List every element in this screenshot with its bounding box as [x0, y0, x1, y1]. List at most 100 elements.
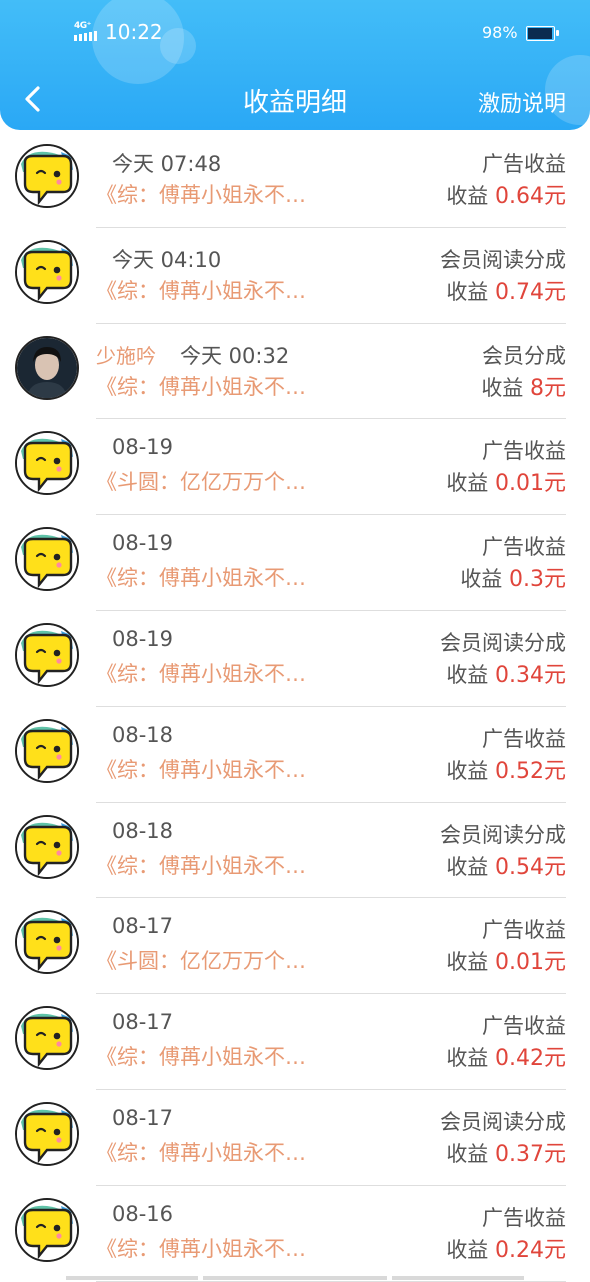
earning-type: 广告收益: [482, 1205, 566, 1230]
earning-amount-line: 收益 0.24元: [446, 1232, 566, 1264]
earnings-list: 今天 07:48 广告收益 《综：傅苒小姐永不… 收益 0.64元 今天 04:10 会员…: [0, 132, 590, 1282]
row-header: 08-18 会员阅读分成: [96, 817, 566, 849]
earning-amount: 8元: [530, 375, 566, 401]
earning-time: 今天 04:10: [112, 247, 222, 272]
status-time: 10:22: [105, 20, 163, 44]
earning-amount-line: 收益 0.42元: [446, 1040, 566, 1072]
earning-amount: 0.52元: [495, 758, 566, 784]
earning-amount-line: 收益 0.64元: [446, 178, 566, 210]
earning-amount: 0.42元: [495, 1046, 566, 1072]
earning-amount: 0.3元: [509, 567, 566, 593]
avatar: [15, 1006, 79, 1071]
row-header: 08-18 广告收益: [96, 721, 566, 753]
avatar: [15, 718, 79, 783]
row-header: 少施吟 今天 00:32 会员分成: [96, 338, 566, 370]
avatar: [15, 814, 79, 879]
earning-amount: 0.37元: [495, 1141, 566, 1167]
earning-amount-line: 收益 0.52元: [446, 753, 566, 785]
earning-row[interactable]: 今天 04:10 会员阅读分成 《综：傅苒小姐永不… 收益 0.74元: [0, 228, 590, 324]
earning-amount: 0.64元: [495, 184, 566, 209]
row-header: 08-19 广告收益: [96, 433, 566, 465]
earning-amount-line: 收益 0.54元: [446, 849, 566, 881]
mascot-avatar-icon: [17, 912, 77, 973]
earning-label: 收益: [446, 950, 489, 975]
earning-amount: 0.01元: [495, 950, 566, 976]
earning-label: 收益: [481, 375, 524, 400]
earning-row[interactable]: 08-17 广告收益 《综：傅苒小姐永不… 收益 0.42元: [0, 994, 590, 1090]
earning-amount-line: 收益 0.37元: [446, 1136, 566, 1168]
earning-label: 收益: [446, 471, 489, 496]
earning-row[interactable]: 08-18 广告收益《综：傅苒小姐永不… 收益 0.52元: [0, 707, 590, 803]
mascot-avatar-icon: [17, 624, 77, 685]
earning-time: 08-17: [112, 1010, 174, 1035]
row-header: 08-19 广告收益: [96, 529, 566, 561]
mascot-avatar-icon: [17, 529, 77, 590]
signal-icon: 4G⁺: [74, 22, 100, 44]
earning-row[interactable]: 08-17 会员阅读分成 《综：傅苒小姐永不… 收益 0.37元: [0, 1090, 590, 1186]
earning-type: 广告收益: [482, 439, 566, 464]
earning-amount-line: 收益 0.74元: [446, 274, 566, 306]
earning-time: 08-16: [112, 1201, 174, 1226]
earning-amount-line: 收益 0.3元: [460, 561, 566, 593]
battery-percent: 98%: [482, 23, 518, 42]
row-header: 今天 07:48 广告收益: [96, 146, 566, 178]
earning-type: 广告收益: [482, 535, 566, 560]
earning-row[interactable]: 少施吟 今天 00:32 会员分成《综：傅苒小姐永不… 收益 8元: [0, 324, 590, 420]
earning-time: 08-17: [112, 1105, 174, 1130]
book-title: 《综：傅苒小姐永不…: [96, 661, 306, 686]
earning-row[interactable]: 08-16 广告收益《综：傅苒小姐永不… 收益 0.24元: [0, 1186, 590, 1282]
earning-row[interactable]: 08-18 会员阅读分成《综：傅苒小姐永不… 收益 0.54元: [0, 803, 590, 899]
top-bar: 4G⁺ 10:22 98% 收益明细 激励说明: [0, 0, 590, 130]
avatar: [15, 431, 79, 496]
book-title: 《综：傅苒小姐永不…: [96, 183, 306, 207]
earning-label: 收益: [446, 1237, 489, 1262]
earning-label: 收益: [446, 184, 489, 208]
avatar: [15, 527, 79, 592]
row-divider: [96, 1280, 566, 1282]
user-name: 少施吟: [96, 343, 156, 368]
row-header: 08-17 会员阅读分成: [96, 1104, 566, 1136]
mascot-avatar-icon: [17, 241, 77, 302]
mascot-avatar-icon: [17, 816, 77, 877]
avatar: [15, 144, 79, 208]
row-header: 08-16 广告收益: [96, 1200, 566, 1232]
avatar: [15, 910, 79, 975]
earning-type: 会员阅读分成: [440, 630, 566, 655]
earning-type: 会员分成: [482, 343, 566, 368]
earning-label: 收益: [446, 1141, 489, 1166]
earning-amount: 0.24元: [495, 1237, 566, 1263]
earning-time: 08-18: [112, 722, 174, 747]
earning-row[interactable]: 08-19 广告收益《斗圆：亿亿万万个… 收益 0.01元: [0, 419, 590, 516]
book-title: 《综：傅苒小姐永不…: [96, 1045, 306, 1070]
earning-row[interactable]: 08-19 会员阅读分成 《综：傅苒小姐永不… 收益 0.34元: [0, 611, 590, 707]
earning-amount: 0.34元: [495, 662, 566, 688]
user-photo-avatar: [17, 337, 77, 398]
mascot-avatar-icon: [17, 1008, 77, 1069]
earning-amount-line: 收益 0.01元: [446, 944, 566, 976]
status-bar: 4G⁺ 10:22 98%: [0, 18, 590, 48]
earning-row[interactable]: 今天 07:48 广告收益《综：傅苒小姐永不… 收益 0.64元: [0, 132, 590, 228]
earning-amount-line: 收益 0.01元: [446, 465, 566, 497]
earning-label: 收益: [446, 1046, 489, 1071]
book-title: 《综：傅苒小姐永不…: [96, 853, 306, 878]
row-header: 08-19 会员阅读分成: [96, 625, 566, 657]
incentive-help-link[interactable]: 激励说明: [478, 86, 566, 118]
mascot-avatar-icon: [17, 720, 77, 781]
book-title: 《综：傅苒小姐永不…: [96, 278, 306, 303]
earning-time: 今天 07:48: [112, 152, 222, 176]
earning-amount: 0.74元: [495, 279, 566, 305]
avatar: [15, 239, 79, 304]
earning-amount: 0.01元: [495, 471, 566, 497]
book-title: 《斗圆：亿亿万万个…: [96, 470, 306, 495]
earning-time: 今天 00:32: [180, 343, 290, 368]
mascot-avatar-icon: [17, 1103, 77, 1164]
book-title: 《综：傅苒小姐永不…: [96, 1236, 306, 1261]
earning-row[interactable]: 08-17 广告收益 《斗圆：亿亿万万个… 收益 0.01元: [0, 898, 590, 995]
earning-row[interactable]: 08-19 广告收益 《综：傅苒小姐永不… 收益 0.3元: [0, 515, 590, 611]
book-title: 《综：傅苒小姐永不…: [96, 757, 306, 782]
earning-time: 08-19: [112, 435, 174, 460]
earning-amount: 0.54元: [495, 854, 566, 880]
mascot-avatar-icon: [17, 433, 77, 494]
earning-time: 08-19: [112, 626, 174, 651]
book-title: 《综：傅苒小姐永不…: [96, 374, 306, 399]
